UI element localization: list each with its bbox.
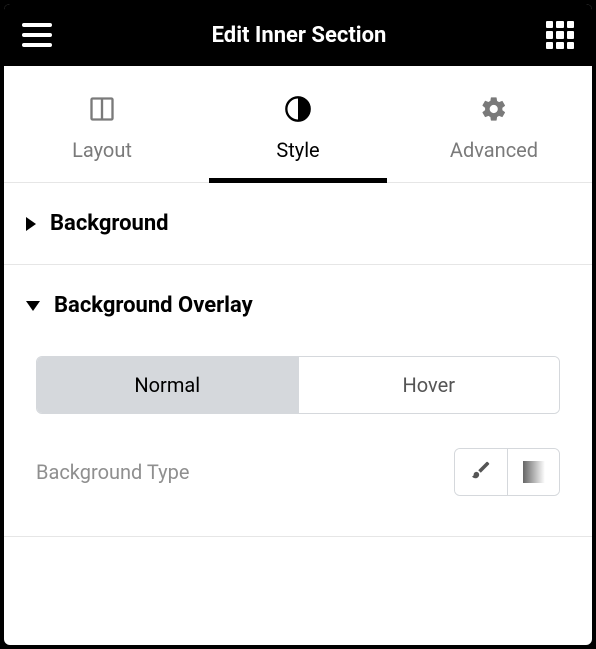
main-tabs: Layout Style Advanced (4, 66, 592, 183)
subtab-normal[interactable]: Normal (37, 357, 298, 413)
tab-style[interactable]: Style (200, 66, 396, 182)
background-type-row: Background Type (36, 448, 560, 496)
section-body: Normal Hover Background Type (4, 356, 592, 536)
gear-icon (479, 94, 509, 124)
tab-label: Style (276, 138, 319, 162)
caret-down-icon (26, 301, 40, 311)
caret-right-icon (26, 217, 36, 231)
section-background-overlay: Background Overlay Normal Hover Backgrou… (4, 265, 592, 537)
menu-icon[interactable] (22, 23, 52, 47)
contrast-icon (283, 94, 313, 124)
panel-content: Background Background Overlay Normal Hov… (4, 183, 592, 537)
section-toggle-background-overlay[interactable]: Background Overlay (4, 265, 592, 346)
background-type-classic[interactable] (455, 449, 507, 495)
background-type-label: Background Type (36, 460, 189, 484)
brush-icon (470, 459, 492, 485)
section-title: Background (50, 211, 169, 236)
panel-title: Edit Inner Section (52, 23, 546, 48)
panel-header: Edit Inner Section (4, 4, 592, 66)
background-type-gradient[interactable] (507, 449, 559, 495)
tab-label: Advanced (450, 138, 538, 162)
tab-advanced[interactable]: Advanced (396, 66, 592, 182)
tab-label: Layout (72, 138, 132, 162)
apps-grid-icon[interactable] (546, 21, 574, 49)
section-toggle-background[interactable]: Background (4, 183, 592, 264)
section-background: Background (4, 183, 592, 265)
columns-icon (87, 94, 117, 124)
section-title: Background Overlay (54, 293, 253, 318)
tab-layout[interactable]: Layout (4, 66, 200, 182)
background-type-options (454, 448, 560, 496)
gradient-icon (523, 461, 545, 483)
state-tabs: Normal Hover (36, 356, 560, 414)
subtab-hover[interactable]: Hover (298, 357, 560, 413)
